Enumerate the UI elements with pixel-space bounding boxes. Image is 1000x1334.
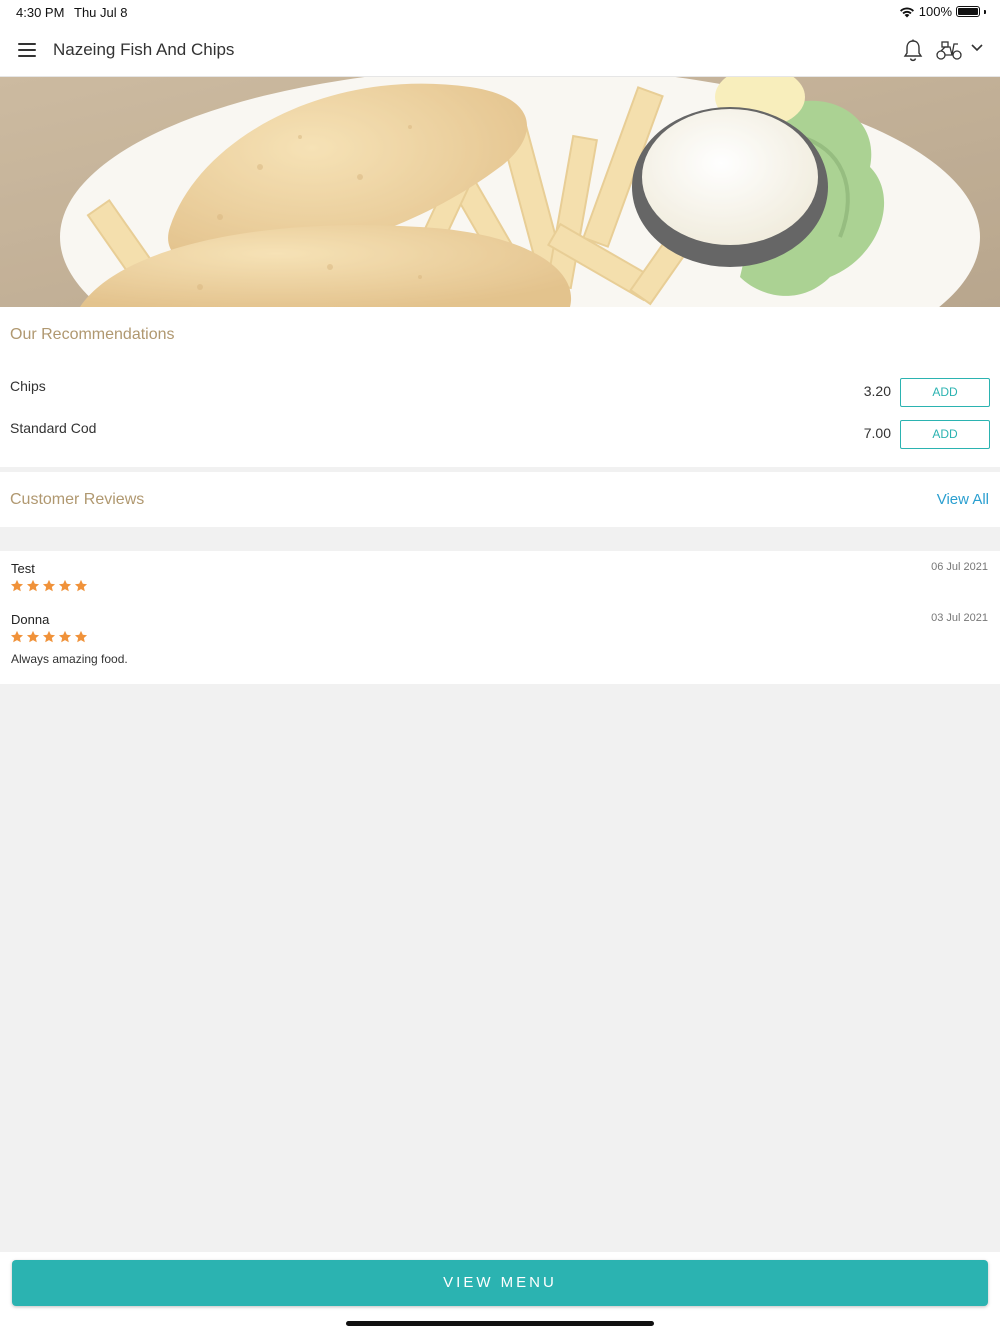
review-date: 03 Jul 2021: [931, 612, 988, 624]
battery-fill: [958, 8, 978, 15]
star-rating: [10, 579, 88, 593]
reviewer-name: Test: [11, 561, 35, 576]
star-icon: [42, 630, 56, 643]
star-icon: [58, 579, 72, 592]
recommendation-item: Chips 3.20 ADD: [0, 378, 1000, 408]
view-menu-button[interactable]: VIEW MENU: [12, 1260, 988, 1306]
chevron-down-icon[interactable]: [970, 43, 984, 53]
review-date: 06 Jul 2021: [931, 561, 988, 573]
recommendations-section: Our Recommendations Chips 3.20 ADD Stand…: [0, 307, 1000, 467]
item-price: 3.20: [863, 383, 891, 399]
star-icon: [26, 579, 40, 592]
hero-image: [0, 77, 1000, 307]
item-name: Standard Cod: [10, 420, 97, 436]
battery-nub: [984, 9, 986, 14]
bell-icon[interactable]: [903, 39, 923, 63]
item-name: Chips: [10, 378, 46, 394]
status-indicators: 100%: [899, 4, 986, 19]
battery-percent: 100%: [918, 4, 952, 19]
review-text: Always amazing food.: [11, 652, 128, 666]
status-bar: 4:30 PM Thu Jul 8 100%: [0, 0, 1000, 24]
menu-icon[interactable]: [18, 43, 36, 57]
star-icon: [10, 579, 24, 592]
star-icon: [74, 630, 88, 643]
wifi-icon: [899, 7, 914, 17]
star-icon: [26, 630, 40, 643]
battery-icon: [956, 6, 980, 17]
status-date: Thu Jul 8: [74, 5, 128, 20]
recommendation-item: Standard Cod 7.00 ADD: [0, 420, 1000, 450]
page-title: Nazeing Fish And Chips: [53, 40, 235, 59]
view-all-link[interactable]: View All: [937, 491, 989, 508]
reviews-header: Customer Reviews View All: [0, 472, 1000, 527]
star-icon: [58, 630, 72, 643]
home-indicator[interactable]: [346, 1321, 654, 1326]
status-time: 4:30 PM: [16, 5, 65, 20]
add-chips-button[interactable]: ADD: [900, 378, 990, 407]
app-header: Nazeing Fish And Chips: [0, 24, 1000, 77]
star-icon: [74, 579, 88, 592]
add-standard-cod-button[interactable]: ADD: [900, 420, 990, 449]
item-price: 7.00: [863, 425, 891, 441]
reviews-title: Customer Reviews: [10, 491, 145, 508]
star-icon: [42, 579, 56, 592]
star-rating: [10, 630, 88, 644]
hero-overlay: [0, 77, 1000, 307]
reviewer-name: Donna: [11, 612, 50, 627]
star-icon: [10, 630, 24, 643]
recommendations-title: Our Recommendations: [10, 326, 175, 343]
scooter-icon[interactable]: [936, 41, 962, 61]
reviews-list: Test 06 Jul 2021 Donna 03 Jul 2021 Alway…: [0, 551, 1000, 684]
